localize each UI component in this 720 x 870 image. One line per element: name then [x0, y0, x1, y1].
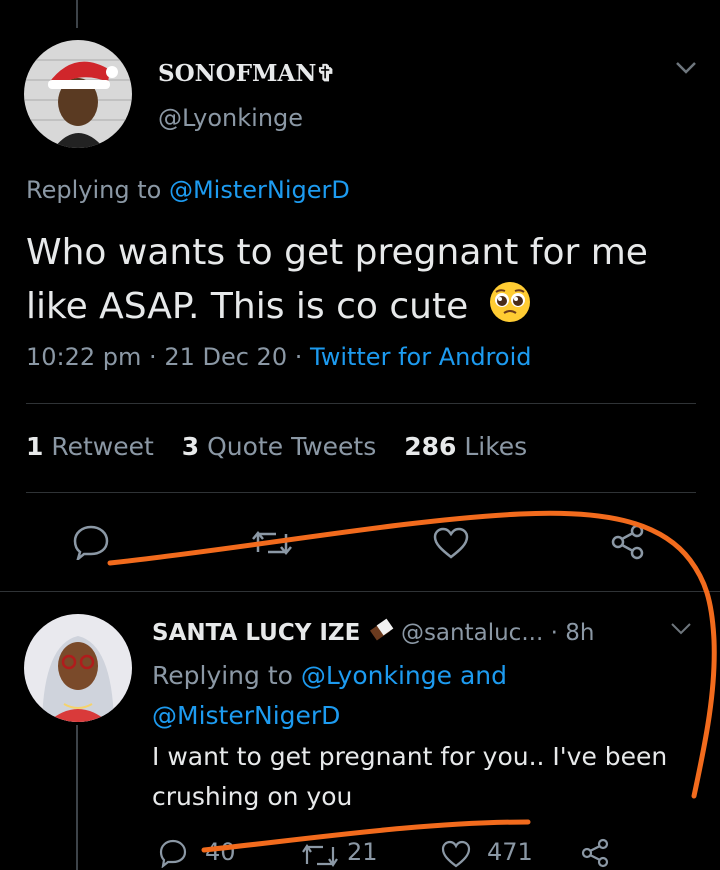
divider: [26, 492, 696, 493]
reply-count: 40: [205, 838, 236, 866]
chevron-down-icon[interactable]: [670, 622, 692, 636]
divider: [0, 591, 720, 592]
tweet-date[interactable]: 21 Dec 20: [164, 343, 287, 371]
like-count: 471: [487, 838, 533, 866]
mention-link[interactable]: @MisterNigerD: [152, 701, 340, 730]
retweet-icon[interactable]: [300, 842, 340, 868]
tweet-source[interactable]: Twitter for Android: [310, 343, 531, 371]
tweet-text: Who wants to get pregnant for me like AS…: [26, 226, 716, 334]
tweet-body: Who wants to get pregnant for me like AS…: [26, 232, 648, 327]
replying-to: Replying to @Lyonkinge and @MisterNigerD: [152, 656, 712, 736]
display-name[interactable]: SONOFMAN✞: [158, 60, 336, 87]
mention-and[interactable]: and: [460, 661, 507, 690]
reply-header: SANTA LUCY IZE @santaluc... · 8h: [152, 618, 594, 646]
mention-link[interactable]: @Lyonkinge: [301, 661, 452, 690]
tweet-meta: 10:22 pm · 21 Dec 20 · Twitter for Andro…: [26, 343, 532, 371]
share-icon[interactable]: [610, 524, 646, 560]
replying-prefix: Replying to: [26, 176, 162, 204]
avatar[interactable]: [24, 40, 132, 148]
retweets-stat[interactable]: 1 Retweet: [26, 432, 154, 461]
chocolate-icon: [369, 618, 393, 641]
thread-line: [76, 725, 78, 870]
like-icon[interactable]: [440, 840, 472, 868]
display-name[interactable]: SANTA LUCY IZE: [152, 620, 360, 646]
retweet-count: 21: [347, 838, 378, 866]
divider: [26, 403, 696, 404]
retweet-icon[interactable]: [250, 528, 294, 558]
tweet-age[interactable]: · 8h: [551, 620, 595, 646]
thread-line: [76, 0, 78, 28]
reply-icon[interactable]: [72, 524, 110, 560]
replying-prefix: Replying to: [152, 661, 293, 690]
avatar[interactable]: [24, 614, 132, 722]
reply-text: I want to get pregnant for you.. I've be…: [152, 742, 668, 811]
chevron-down-icon[interactable]: [674, 60, 698, 76]
share-icon[interactable]: [580, 838, 610, 868]
tweet-time[interactable]: 10:22 pm: [26, 343, 141, 371]
mention-link[interactable]: @MisterNigerD: [169, 176, 350, 204]
replying-to: Replying to @MisterNigerD: [26, 176, 350, 204]
pleading-face-icon: [489, 282, 530, 322]
tweet-stats: 1 Retweet 3 Quote Tweets 286 Likes: [26, 432, 527, 461]
user-handle[interactable]: @Lyonkinge: [158, 104, 303, 132]
user-handle[interactable]: @santaluc...: [401, 620, 543, 646]
like-icon[interactable]: [432, 526, 470, 560]
likes-stat[interactable]: 286 Likes: [404, 432, 527, 461]
reply-icon[interactable]: [158, 838, 188, 868]
quotes-stat[interactable]: 3 Quote Tweets: [182, 432, 376, 461]
